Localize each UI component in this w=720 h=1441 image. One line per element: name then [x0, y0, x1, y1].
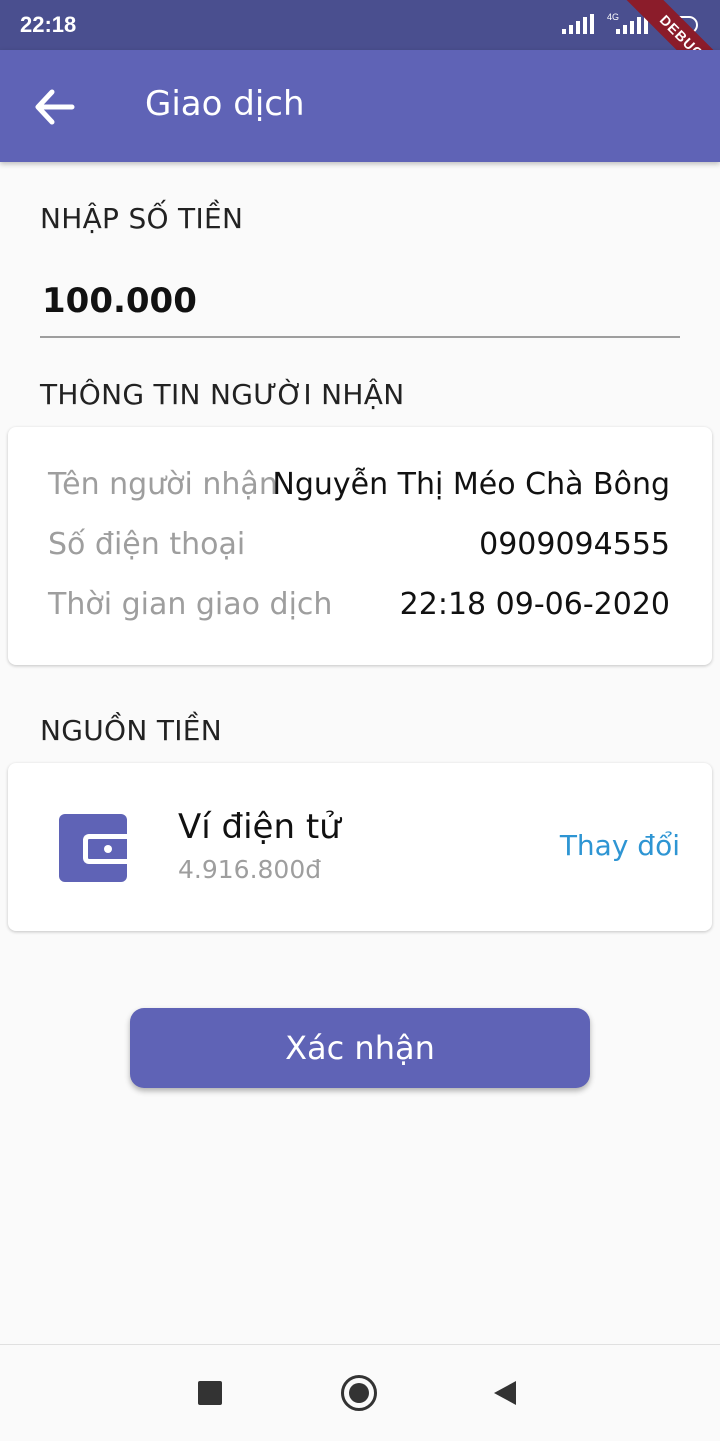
time-value: 22:18 09-06-2020 [399, 587, 670, 622]
signal-icon [562, 14, 594, 34]
system-nav-bar [0, 1344, 720, 1441]
page-title: Giao dịch [145, 84, 305, 124]
arrow-back-icon [35, 89, 75, 125]
wallet-icon [59, 814, 127, 882]
time-row: Thời gian giao dịch 22:18 09-06-2020 [48, 587, 670, 627]
wallet-name: Ví điện tử [178, 807, 341, 847]
phone-row: Số điện thoại 0909094555 [48, 527, 670, 567]
recent-apps-icon[interactable] [198, 1381, 222, 1405]
source-section-label: NGUỒN TIỀN [40, 714, 223, 747]
home-icon[interactable] [341, 1375, 377, 1411]
back-button[interactable] [32, 86, 78, 128]
recipient-name-label: Tên người nhận [48, 467, 278, 502]
recipient-name-value: Nguyễn Thị Méo Chà Bông [272, 467, 670, 502]
amount-input[interactable] [40, 266, 680, 338]
app-bar: Giao dịch [0, 50, 720, 162]
amount-label: NHẬP SỐ TIỀN [40, 202, 244, 235]
phone-label: Số điện thoại [48, 527, 246, 562]
status-bar: 22:18 4G 62 DEBUG [0, 0, 720, 96]
recipient-card: Tên người nhận Nguyễn Thị Méo Chà Bông S… [8, 427, 712, 665]
phone-value: 0909094555 [479, 527, 670, 562]
wallet-balance: 4.916.800đ [178, 855, 322, 884]
source-card: Ví điện tử 4.916.800đ Thay đổi [8, 763, 712, 931]
time-label: Thời gian giao dịch [48, 587, 333, 622]
confirm-button[interactable]: Xác nhận [130, 1008, 590, 1088]
status-time: 22:18 [20, 12, 77, 37]
change-source-link[interactable]: Thay đổi [560, 829, 680, 862]
recipient-section-label: THÔNG TIN NGƯỜI NHẬN [40, 378, 405, 411]
nav-back-icon[interactable] [494, 1381, 516, 1405]
recipient-name-row: Tên người nhận Nguyễn Thị Méo Chà Bông [48, 467, 670, 507]
